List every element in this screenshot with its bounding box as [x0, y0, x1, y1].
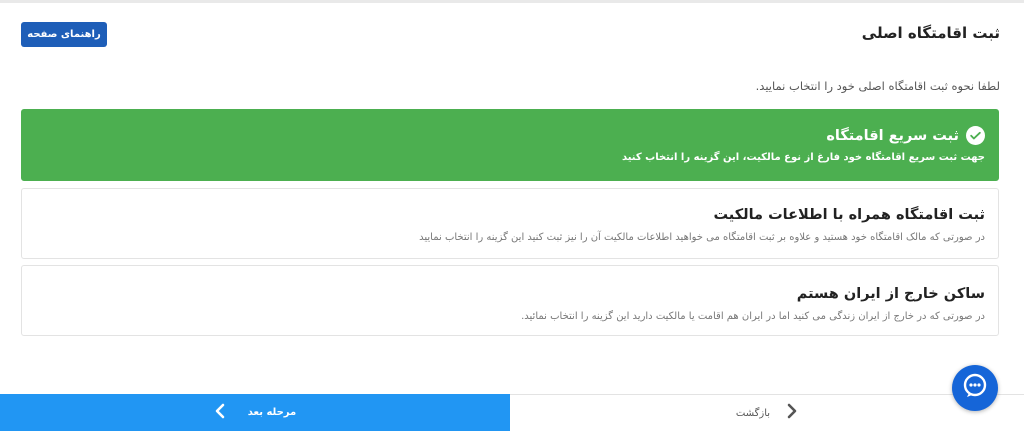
next-step-label: مرحله بعد [247, 407, 297, 418]
option-title: ساکن خارج از ایران هستم [796, 286, 985, 302]
next-step-button[interactable]: مرحله بعد [0, 394, 510, 431]
option-title: ثبت سریع اقامتگاه [826, 127, 959, 144]
option-description: در صورتی که در خارج از ایران زندگی می کن… [521, 311, 985, 322]
option-register-with-ownership[interactable]: ثبت اقامتگاه همراه با اطلاعات مالکیت در … [21, 188, 999, 259]
chat-bubble-icon [961, 372, 989, 404]
chat-button[interactable] [952, 365, 998, 411]
footer-nav: مرحله بعد بازگشت [0, 394, 1024, 431]
option-description: جهت ثبت سریع اقامتگاه خود فارغ از نوع ما… [621, 152, 985, 163]
option-description: در صورتی که مالک اقامتگاه خود هستید و عل… [419, 232, 985, 243]
chevron-left-icon [214, 403, 226, 423]
page-guide-button[interactable]: راهنمای صفحه [21, 22, 107, 47]
page-title: ثبت اقامتگاه اصلی [861, 24, 1000, 42]
instruction-text: لطفا نحوه ثبت اقامتگاه اصلی خود را انتخا… [755, 79, 1000, 93]
option-title: ثبت اقامتگاه همراه با اطلاعات مالکیت [713, 207, 985, 223]
chevron-right-icon [786, 403, 798, 423]
check-circle-icon [966, 126, 985, 145]
option-resident-abroad[interactable]: ساکن خارج از ایران هستم در صورتی که در خ… [21, 265, 999, 336]
top-divider [0, 0, 1024, 3]
back-button[interactable]: بازگشت [510, 394, 1024, 431]
option-quick-register[interactable]: ثبت سریع اقامتگاه جهت ثبت سریع اقامتگاه … [21, 109, 999, 181]
back-label: بازگشت [735, 407, 771, 419]
